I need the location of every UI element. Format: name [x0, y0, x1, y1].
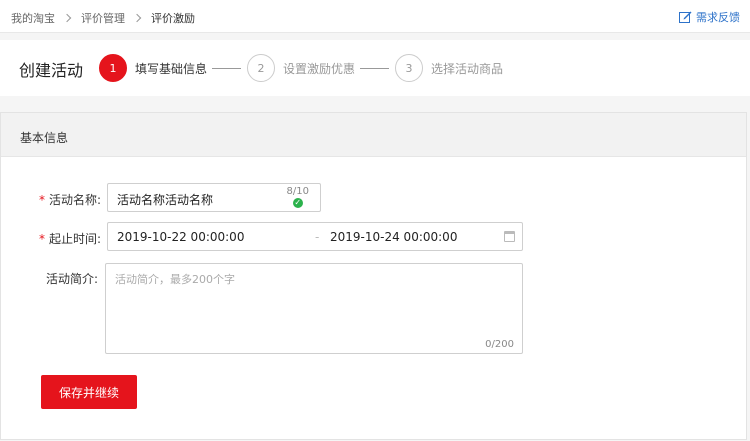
feedback-link[interactable]: 需求反馈: [679, 9, 740, 25]
save-continue-button[interactable]: 保存并继续: [41, 375, 137, 409]
step-number: 2: [247, 54, 275, 82]
section-title: 基本信息: [1, 113, 746, 157]
breadcrumb-item-my-taobao[interactable]: 我的淘宝: [11, 10, 55, 26]
required-mark: *: [38, 193, 45, 207]
step-1: 1 填写基础信息: [99, 54, 207, 82]
name-label: * 活动名称:: [38, 193, 101, 207]
step-label: 设置激励优惠: [283, 61, 356, 76]
step-connector: [360, 68, 389, 69]
calendar-icon[interactable]: [504, 231, 515, 242]
chevron-right-icon: [62, 13, 72, 23]
basic-info-card: 基本信息 * 活动名称: 活动名称活动名称 8/10 ✓ * 起止时间: 2019-…: [0, 112, 747, 440]
end-date-value[interactable]: 2019-10-24 00:00:00: [330, 230, 457, 244]
chevron-right-icon: [132, 13, 142, 23]
activity-name-value: 活动名称活动名称: [117, 193, 214, 207]
page-title: 创建活动: [19, 61, 84, 80]
name-char-count: 8/10 ✓: [286, 186, 309, 208]
step-bar: 创建活动 1 填写基础信息 2 设置激励优惠 3 选择活动商品: [0, 40, 750, 96]
desc-placeholder: 活动简介，最多200个字: [115, 273, 235, 286]
desc-char-count: 0/200: [485, 339, 514, 350]
feedback-label: 需求反馈: [696, 11, 740, 24]
desc-label: 活动简介:: [45, 272, 98, 286]
step-connector: [212, 68, 241, 69]
activity-name-input[interactable]: 活动名称活动名称 8/10 ✓: [107, 183, 321, 212]
step-label: 选择活动商品: [431, 61, 504, 76]
start-date-value[interactable]: 2019-10-22 00:00:00: [117, 230, 244, 244]
date-separator: -: [315, 230, 320, 244]
breadcrumb: 我的淘宝 评价管理 评价激励: [11, 10, 195, 26]
breadcrumb-item-current: 评价激励: [151, 12, 195, 25]
top-bar: 我的淘宝 评价管理 评价激励 需求反馈: [0, 0, 750, 33]
breadcrumb-item-review-management[interactable]: 评价管理: [81, 10, 125, 26]
step-number: 3: [395, 54, 423, 82]
required-mark: *: [38, 232, 45, 246]
time-label: * 起止时间:: [38, 232, 101, 246]
date-range-picker[interactable]: 2019-10-22 00:00:00 - 2019-10-24 00:00:0…: [107, 222, 523, 251]
activity-desc-textarea[interactable]: 活动简介，最多200个字 0/200: [105, 263, 523, 354]
check-circle-icon: ✓: [292, 198, 303, 208]
step-label: 填写基础信息: [135, 61, 208, 76]
step-3: 3 选择活动商品: [395, 54, 503, 82]
edit-icon: [679, 11, 692, 23]
step-2: 2 设置激励优惠: [247, 54, 355, 82]
step-number: 1: [99, 54, 127, 82]
